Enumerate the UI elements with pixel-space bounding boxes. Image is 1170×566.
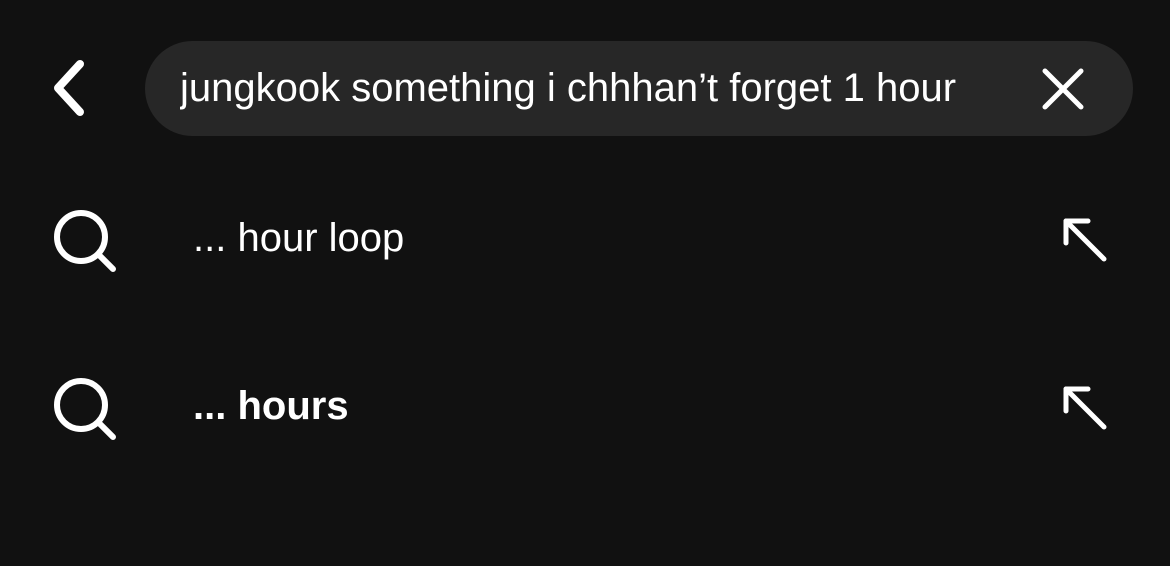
search-icon — [54, 378, 116, 440]
suggestion-text: ... hours — [193, 384, 349, 428]
search-input[interactable] — [180, 41, 1036, 136]
arrow-up-left-icon[interactable] — [1058, 381, 1114, 437]
back-button[interactable] — [40, 52, 100, 124]
search-icon — [54, 210, 116, 272]
search-screen: ... hour loop ... hours — [0, 0, 1170, 566]
search-suggestion-item[interactable]: ... hour loop — [0, 173, 1170, 303]
chevron-left-icon — [54, 60, 84, 116]
arrow-up-left-icon[interactable] — [1058, 213, 1114, 269]
search-bar[interactable] — [145, 41, 1133, 136]
close-icon — [1042, 68, 1084, 110]
clear-search-button[interactable] — [1035, 65, 1091, 113]
suggestion-text: ... hour loop — [193, 216, 405, 260]
search-suggestion-item[interactable]: ... hours — [0, 341, 1170, 471]
